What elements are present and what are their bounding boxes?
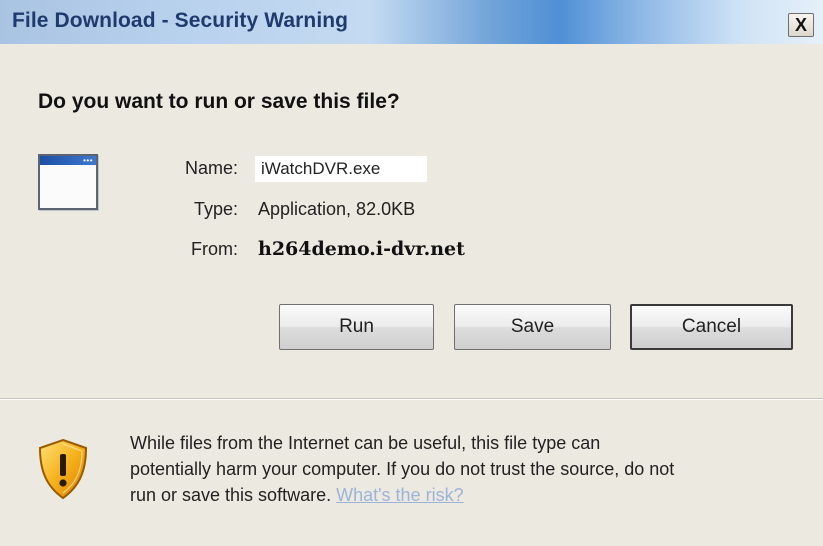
save-button[interactable]: Save [454, 304, 611, 350]
run-button[interactable]: Run [279, 304, 434, 350]
window-title: File Download - Security Warning [12, 9, 349, 32]
name-label: Name: [184, 158, 238, 178]
cancel-button[interactable]: Cancel [630, 304, 793, 350]
warning-line-3-text: run or save this software. [130, 485, 332, 505]
warning-line-3: run or save this software. What's the ri… [130, 482, 810, 508]
shield-warning-icon [38, 438, 88, 500]
dialog-question: Do you want to run or save this file? [38, 90, 400, 113]
file-name-field: iWatchDVR.exe [255, 156, 427, 182]
icon-dots: ••• [83, 156, 93, 165]
warning-line-1: While files from the Internet can be use… [130, 433, 601, 453]
title-bar: File Download - Security Warning X [0, 0, 823, 44]
from-label: From: [191, 239, 238, 259]
file-type-value: Application, 82.0KB [258, 199, 416, 219]
warning-line-2: potentially harm your computer. If you d… [130, 459, 675, 479]
application-window-icon: ••• [38, 154, 98, 210]
file-source-value: h264demo.i-dvr.net [258, 238, 465, 260]
type-label: Type: [193, 199, 238, 219]
close-button[interactable]: X [788, 13, 814, 37]
whats-the-risk-link[interactable]: What's the risk? [336, 485, 463, 505]
warning-message: While files from the Internet can be use… [130, 430, 810, 508]
